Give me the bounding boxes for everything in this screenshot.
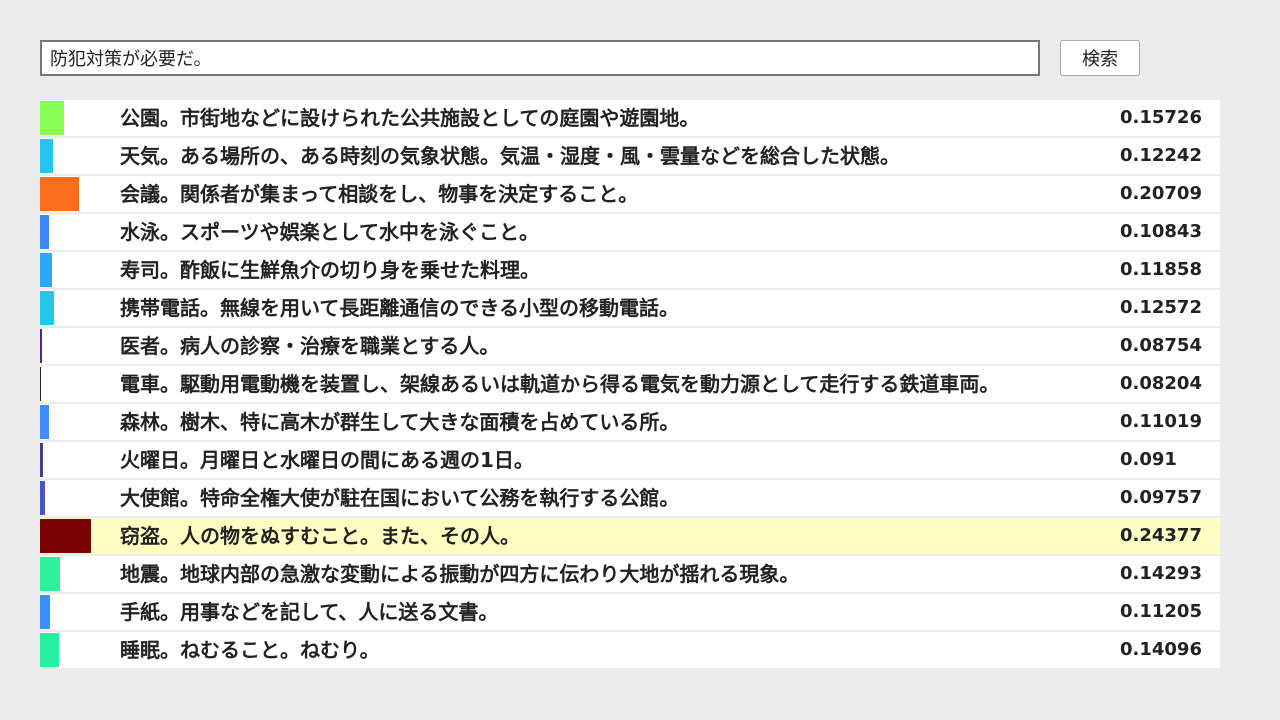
result-text: 会議。関係者が集まって相談をし、物事を決定すること。	[120, 182, 639, 206]
score-bar	[40, 481, 46, 515]
result-score: 0.10843	[1120, 221, 1202, 242]
result-text: 電車。駆動用電動機を装置し、架線あるいは軌道から得る電気を動力源として走行する鉄…	[120, 372, 1000, 396]
search-button[interactable]: 検索	[1060, 40, 1140, 76]
result-score: 0.11019	[1120, 411, 1202, 432]
result-text: 水泳。スポーツや娯楽として水中を泳ぐこと。	[120, 220, 539, 244]
result-row[interactable]: 火曜日。月曜日と水曜日の間にある週の1日。 0.091	[40, 442, 1220, 478]
score-bar	[40, 367, 41, 401]
result-text: 火曜日。月曜日と水曜日の間にある週の1日。	[120, 448, 534, 472]
score-bar	[40, 253, 52, 287]
result-score: 0.08204	[1120, 373, 1202, 394]
result-text: 大使館。特命全権大使が駐在国において公務を執行する公館。	[120, 486, 680, 510]
score-bar	[40, 595, 50, 629]
result-text: 窃盗。人の物をぬすむこと。また、その人。	[120, 524, 520, 548]
result-text: 天気。ある場所の、ある時刻の気象状態。気温・湿度・風・雲量などを総合した状態。	[120, 144, 900, 168]
result-score: 0.14293	[1120, 563, 1202, 584]
result-row[interactable]: 森林。樹木、特に高木が群生して大きな面積を占めている所。 0.11019	[40, 404, 1220, 440]
result-score: 0.091	[1120, 449, 1177, 470]
result-row[interactable]: 寿司。酢飯に生鮮魚介の切り身を乗せた料理。 0.11858	[40, 252, 1220, 288]
result-text: 医者。病人の診察・治療を職業とする人。	[120, 334, 500, 358]
result-score: 0.11205	[1120, 601, 1202, 622]
result-row[interactable]: 電車。駆動用電動機を装置し、架線あるいは軌道から得る電気を動力源として走行する鉄…	[40, 366, 1220, 402]
result-row[interactable]: 天気。ある場所の、ある時刻の気象状態。気温・湿度・風・雲量などを総合した状態。 0…	[40, 138, 1220, 174]
result-row[interactable]: 手紙。用事などを記して、人に送る文書。 0.11205	[40, 594, 1220, 630]
result-score: 0.20709	[1120, 183, 1202, 204]
score-bar	[40, 215, 49, 249]
result-row[interactable]: 携帯電話。無線を用いて長距離通信のできる小型の移動電話。 0.12572	[40, 290, 1220, 326]
score-bar	[40, 177, 80, 211]
score-bar	[40, 405, 50, 439]
score-bar	[40, 633, 59, 667]
result-text: 睡眠。ねむること。ねむり。	[120, 638, 380, 662]
result-text: 寿司。酢飯に生鮮魚介の切り身を乗せた料理。	[120, 258, 540, 282]
score-bar	[40, 557, 60, 591]
result-text: 公園。市街地などに設けられた公共施設としての庭園や遊園地。	[120, 106, 700, 130]
score-bar	[40, 291, 55, 325]
result-row[interactable]: 水泳。スポーツや娯楽として水中を泳ぐこと。 0.10843	[40, 214, 1220, 250]
result-score: 0.15726	[1120, 107, 1202, 128]
result-row[interactable]: 会議。関係者が集まって相談をし、物事を決定すること。 0.20709	[40, 176, 1220, 212]
result-row[interactable]: 睡眠。ねむること。ねむり。 0.14096	[40, 632, 1220, 668]
result-score: 0.09757	[1120, 487, 1202, 508]
result-score: 0.14096	[1120, 639, 1202, 660]
result-row[interactable]: 医者。病人の診察・治療を職業とする人。 0.08754	[40, 328, 1220, 364]
result-row[interactable]: 窃盗。人の物をぬすむこと。また、その人。 0.24377	[40, 518, 1220, 554]
result-text: 携帯電話。無線を用いて長距離通信のできる小型の移動電話。	[120, 296, 679, 320]
score-bar	[40, 139, 54, 173]
search-input[interactable]	[40, 40, 1040, 76]
result-score: 0.24377	[1120, 525, 1202, 546]
score-bar	[40, 519, 91, 553]
score-bar	[40, 329, 43, 363]
result-score: 0.12572	[1120, 297, 1202, 318]
result-row[interactable]: 大使館。特命全権大使が駐在国において公務を執行する公館。 0.09757	[40, 480, 1220, 516]
results-list: 公園。市街地などに設けられた公共施設としての庭園や遊園地。 0.15726 天気。あ…	[40, 100, 1220, 670]
score-bar	[40, 443, 44, 477]
result-score: 0.11858	[1120, 259, 1202, 280]
score-bar	[40, 101, 64, 135]
result-row[interactable]: 地震。地球内部の急激な変動による振動が四方に伝わり大地が揺れる現象。 0.1429…	[40, 556, 1220, 592]
result-text: 手紙。用事などを記して、人に送る文書。	[120, 600, 499, 624]
result-text: 森林。樹木、特に高木が群生して大きな面積を占めている所。	[120, 410, 680, 434]
result-score: 0.12242	[1120, 145, 1202, 166]
result-text: 地震。地球内部の急激な変動による振動が四方に伝わり大地が揺れる現象。	[120, 562, 800, 586]
result-row[interactable]: 公園。市街地などに設けられた公共施設としての庭園や遊園地。 0.15726	[40, 100, 1220, 136]
result-score: 0.08754	[1120, 335, 1202, 356]
